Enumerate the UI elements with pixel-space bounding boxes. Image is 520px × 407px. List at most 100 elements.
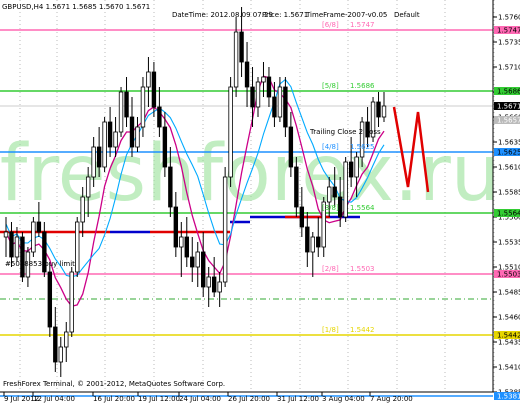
y-tick-label: 1.5585	[498, 189, 520, 197]
time-axis[interactable]: 9 Jul 201212 Jul 04:00 16 Jul 20:00 19 Jul…	[3, 392, 413, 403]
x-tick-label: 3 Aug 04:00	[322, 395, 365, 403]
murrey-level-value: 1.5442	[350, 326, 375, 334]
candle-body	[222, 176, 228, 283]
price-readout: Price: 1.5671	[262, 11, 308, 19]
candle-body	[75, 221, 80, 273]
candle-body	[244, 61, 250, 88]
candle-body	[261, 76, 266, 83]
candle-body	[201, 251, 206, 288]
murrey-level-tag: [4/8]	[322, 143, 339, 151]
y-tick-label: 1.5460	[498, 314, 520, 322]
murrey-level-value: 1.5564	[350, 204, 375, 212]
symbol-info: GBPUSD,H4 1.5671 1.5685 1.5670 1.5671	[2, 3, 150, 11]
candle-body	[80, 196, 85, 223]
candle-body	[140, 86, 146, 128]
candle-body	[162, 126, 168, 168]
y-tick-label: 1.5635	[498, 139, 520, 147]
level-badge: 1.5564	[497, 210, 520, 218]
candle-body	[14, 236, 20, 258]
candle-body	[113, 131, 118, 148]
candle-body	[239, 31, 244, 63]
murrey-level-value: 1.5747	[350, 21, 375, 29]
candle-body	[299, 206, 305, 228]
murrey-level-value: 1.5625	[350, 143, 375, 151]
candle-body	[266, 76, 272, 98]
candle-body	[337, 196, 343, 218]
candle-body	[190, 256, 195, 268]
y-tick-label: 1.5735	[498, 39, 520, 47]
x-tick-label: 31 Jul 12:00	[277, 395, 319, 403]
murrey-level-tag: [6/8]	[322, 21, 339, 29]
y-tick-label: 1.5535	[498, 239, 520, 247]
y-tick-label: 1.5760	[498, 14, 520, 22]
stop-badge: 1.5657	[497, 117, 520, 125]
level-badge: 1.5503	[497, 271, 520, 279]
candle-body	[294, 166, 299, 208]
y-tick-label: 1.5710	[498, 64, 520, 72]
level-badge: 1.5747	[497, 27, 520, 35]
candle-body	[118, 91, 124, 133]
candle-body	[102, 121, 107, 168]
candle-body	[354, 156, 359, 178]
candle-body	[228, 86, 233, 178]
y-tick-label: 1.5485	[498, 289, 520, 297]
chart-window[interactable]: freshforex.ru [6/8] 1.5747 [5/8] 1.5686 [4/8…	[0, 0, 520, 403]
price-chart[interactable]: freshforex.ru [6/8] 1.5747[5/8] 1.5686[4/8…	[0, 0, 520, 403]
candle-body	[151, 71, 157, 108]
candle-body	[47, 271, 53, 328]
candle-body	[250, 86, 255, 108]
candle-body	[173, 206, 179, 248]
candle-body	[64, 331, 69, 348]
candle-body	[206, 276, 211, 288]
candle-body	[283, 86, 288, 128]
candle-body	[129, 116, 135, 148]
y-tick-label: 1.5435	[498, 339, 520, 347]
x-tick-label: 16 Jul 20:00	[93, 395, 135, 403]
y-tick-label: 1.5610	[498, 164, 520, 172]
stop-label: Trailing Close 2 Loss	[309, 128, 381, 136]
candle-body	[168, 166, 173, 208]
murrey-level-value: 1.5503	[350, 265, 375, 273]
candle-body	[233, 31, 239, 88]
x-tick-label: 12 Jul 04:00	[33, 395, 75, 403]
candle-body	[146, 71, 151, 88]
candle-body	[288, 126, 294, 168]
default-readout: Default	[394, 11, 420, 19]
level-badge: 1.5442	[497, 332, 520, 340]
murrey-level-value: 1.5686	[350, 82, 375, 90]
candle-body	[91, 146, 96, 178]
candle-body	[310, 236, 315, 253]
murrey-level-tag: [2/8]	[322, 265, 339, 273]
candle-body	[316, 236, 321, 248]
candle-body	[184, 236, 189, 258]
x-tick-label: 26 Jul 20:00	[228, 395, 270, 403]
x-tick-label: 7 Aug 20:00	[370, 395, 413, 403]
candle-body	[36, 221, 42, 233]
candle-body	[85, 176, 91, 198]
candle-body	[348, 161, 354, 178]
candle-body	[376, 101, 381, 118]
candle-body	[58, 346, 63, 363]
copyright-footer: FreshForex Terminal, © 2001-2012, MetaQu…	[3, 380, 225, 388]
timeframe-readout: TimeFrame-2007-v0.05	[305, 11, 387, 19]
candle-body	[9, 231, 14, 258]
candle-body	[272, 96, 277, 118]
candle-body	[211, 276, 217, 293]
x-tick-label: 24 Jul 04:00	[179, 395, 221, 403]
candle-body	[332, 186, 337, 198]
candle-body	[305, 226, 310, 253]
candle-body	[343, 161, 348, 218]
candle-body	[135, 126, 140, 148]
candle-body	[96, 146, 102, 168]
candle-body	[277, 86, 283, 118]
datetime-readout: DateTime: 2012.08.09 07:29	[172, 11, 273, 19]
candle-body	[20, 236, 25, 278]
candle-body	[157, 106, 162, 128]
candle-body	[3, 231, 9, 238]
murrey-level-tag: [1/8]	[322, 326, 339, 334]
current-price-badge: 1.5671	[497, 103, 520, 111]
murrey-level-tag: [5/8]	[322, 82, 339, 90]
candle-body	[217, 281, 222, 293]
x-tick-label: 19 Jul 12:00	[138, 395, 180, 403]
order-ticket-label[interactable]: #5078853 buy limit	[5, 260, 75, 268]
